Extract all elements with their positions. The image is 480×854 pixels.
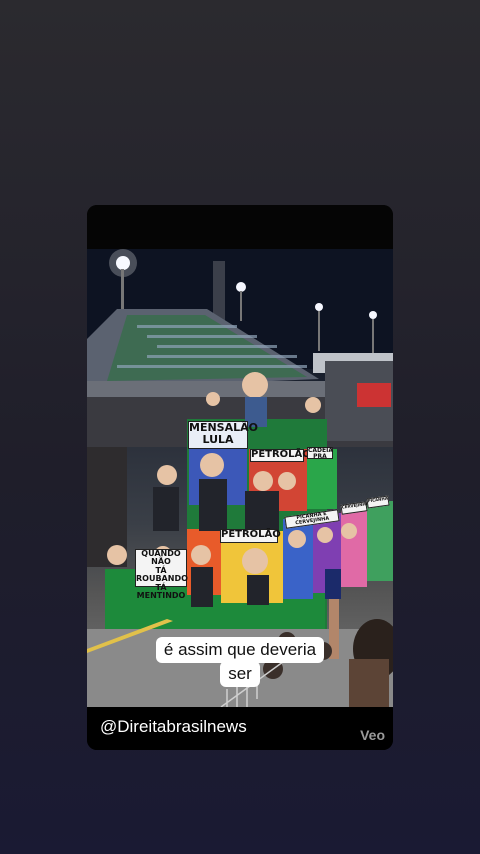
account-handle[interactable]: @Direitabrasilnews <box>100 717 247 737</box>
sign-quando-line1: QUANDO NÃO <box>141 549 181 567</box>
sign-petrolao-bottom: PETROLÃO <box>220 529 281 543</box>
sign-mensalao-line1: MENSALÃO <box>189 421 258 434</box>
sign-mensalao-line2: LULA <box>202 432 234 446</box>
caption: é assim que deveria ser <box>87 637 393 687</box>
sign-petrolao-top: PETROLÃO <box>250 449 311 462</box>
sign-quando-line3: TÁ MENTINDO <box>136 582 186 600</box>
sign-quando-line2: TÁ ROUBANDO <box>136 565 188 584</box>
video-letterbox-top <box>87 205 393 249</box>
sign-mensalao: MENSALÃO LULA <box>188 421 258 449</box>
caption-line-2: ser <box>220 661 260 687</box>
veo-watermark: Veo <box>360 727 385 743</box>
caption-line-1: é assim que deveria <box>155 637 325 663</box>
story-card[interactable]: MENSALÃO LULA PETROLÃO CADEIA PRA QUANDO… <box>87 205 393 750</box>
video-footer: @Direitabrasilnews Veo <box>87 707 393 750</box>
sign-quando: QUANDO NÃO TÁ ROUBANDO TÁ MENTINDO <box>135 549 188 600</box>
sign-cadeia: CADEIA PRA <box>307 447 334 461</box>
